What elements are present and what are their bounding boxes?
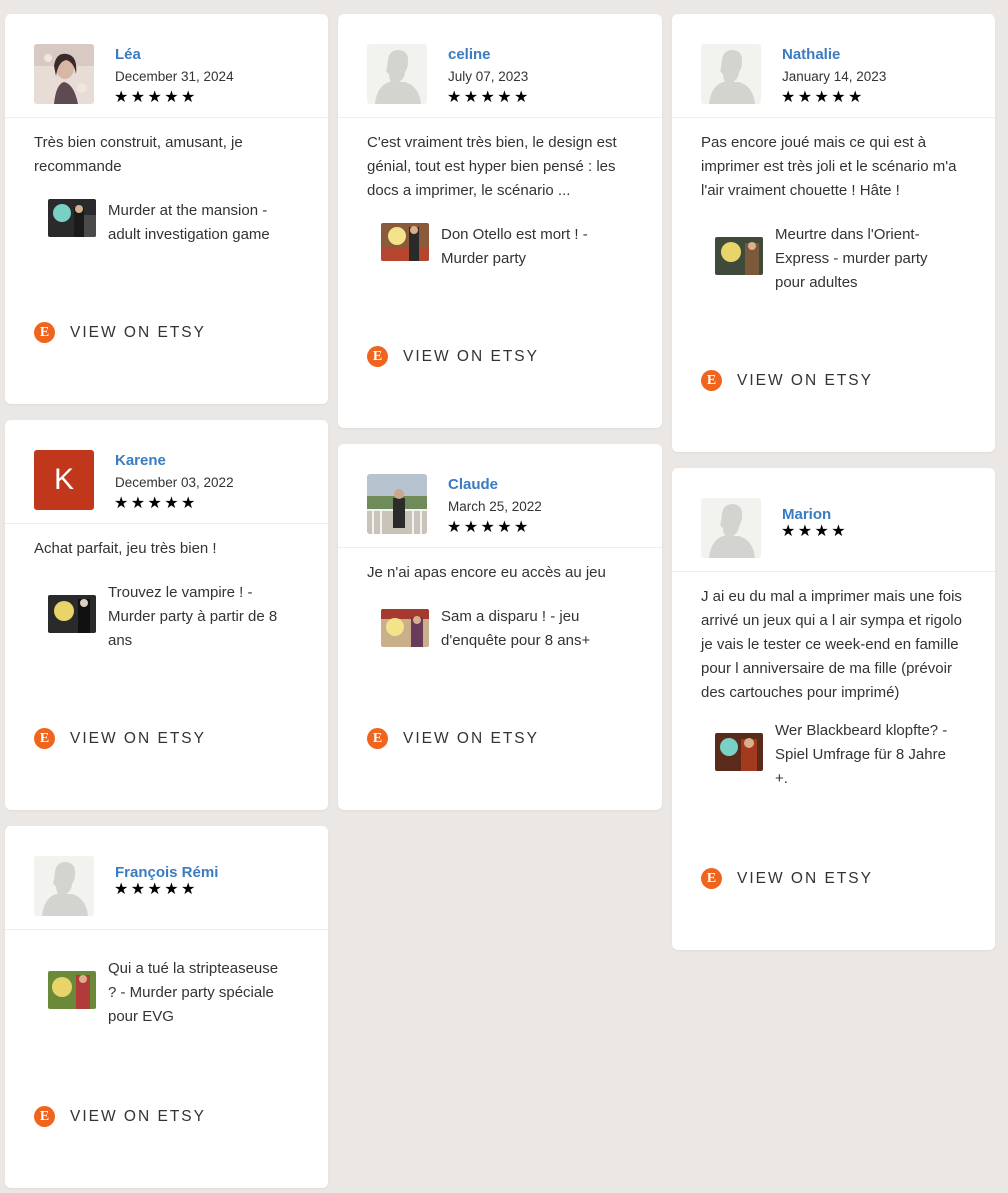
review-header: K Karene December 03, 2022 ★★★★★ — [5, 420, 328, 524]
review-date: January 14, 2023 — [782, 69, 887, 84]
review-card: K Karene December 03, 2022 ★★★★★ Achat p… — [5, 420, 328, 810]
avatar: K — [34, 450, 94, 510]
review-text: Achat parfait, jeu très bien ! — [34, 540, 217, 557]
view-on-etsy-label[interactable]: VIEW ON ETSY — [70, 730, 206, 748]
etsy-icon: E — [367, 728, 388, 749]
review-card: François Rémi ★★★★★ Qui a tué la stripte… — [5, 826, 328, 1188]
product-thumbnail[interactable] — [48, 199, 96, 237]
view-on-etsy-label[interactable]: VIEW ON ETSY — [70, 324, 206, 342]
product-thumbnail[interactable] — [48, 971, 96, 1009]
review-date: December 31, 2024 — [115, 69, 234, 84]
avatar — [367, 474, 427, 534]
view-on-etsy-label[interactable]: VIEW ON ETSY — [403, 348, 539, 366]
review-text: J ai eu du mal a imprimer mais une fois … — [701, 588, 962, 701]
review-header: Nathalie January 14, 2023 ★★★★★ — [672, 14, 995, 118]
review-text: Je n'ai apas encore eu accès au jeu — [367, 564, 606, 581]
view-on-etsy-label[interactable]: VIEW ON ETSY — [737, 870, 873, 888]
review-card: celine July 07, 2023 ★★★★★ C'est vraimen… — [338, 14, 662, 428]
review-header: Léa December 31, 2024 ★★★★★ — [5, 14, 328, 118]
product-title[interactable]: Don Otello est mort ! - Murder party — [441, 223, 619, 271]
reviewer-name[interactable]: Nathalie — [782, 46, 840, 63]
view-on-etsy-label[interactable]: VIEW ON ETSY — [403, 730, 539, 748]
view-on-etsy-link[interactable]: E VIEW ON ETSY — [34, 728, 206, 749]
view-on-etsy-link[interactable]: E VIEW ON ETSY — [367, 346, 539, 367]
reviewer-name[interactable]: Karene — [115, 452, 166, 469]
avatar — [34, 44, 94, 104]
reviewer-name[interactable]: celine — [448, 46, 491, 63]
review-date: March 25, 2022 — [448, 499, 542, 514]
star-rating: ★★★★ — [781, 523, 848, 540]
etsy-icon: E — [701, 868, 722, 889]
etsy-icon: E — [367, 346, 388, 367]
review-header: Marion ★★★★ — [672, 468, 995, 572]
star-rating: ★★★★★ — [447, 89, 531, 106]
star-rating: ★★★★★ — [114, 89, 198, 106]
product-thumbnail[interactable] — [381, 609, 429, 647]
product-thumbnail[interactable] — [715, 733, 763, 771]
etsy-icon: E — [701, 370, 722, 391]
review-header: celine July 07, 2023 ★★★★★ — [338, 14, 662, 118]
etsy-icon: E — [34, 728, 55, 749]
avatar — [367, 44, 427, 104]
avatar — [701, 44, 761, 104]
review-date: July 07, 2023 — [448, 69, 529, 84]
view-on-etsy-label[interactable]: VIEW ON ETSY — [737, 372, 873, 390]
review-card: Marion ★★★★ J ai eu du mal a imprimer ma… — [672, 468, 995, 950]
review-text: C'est vraiment très bien, le design est … — [367, 134, 617, 199]
avatar-letter: K — [53, 463, 74, 496]
product-thumbnail[interactable] — [381, 223, 429, 261]
review-text: Très bien construit, amusant, je recomma… — [34, 134, 243, 175]
product-title[interactable]: Meurtre dans l'Orient-Express - murder p… — [775, 223, 953, 295]
review-card: Nathalie January 14, 2023 ★★★★★ Pas enco… — [672, 14, 995, 452]
review-date: December 03, 2022 — [115, 475, 234, 490]
star-rating: ★★★★★ — [114, 495, 198, 512]
star-rating: ★★★★★ — [114, 881, 198, 898]
avatar — [34, 856, 94, 916]
view-on-etsy-link[interactable]: E VIEW ON ETSY — [701, 868, 873, 889]
reviewer-name[interactable]: François Rémi — [115, 864, 218, 881]
reviewer-name[interactable]: Claude — [448, 476, 498, 493]
product-title[interactable]: Trouvez le vampire ! - Murder party à pa… — [108, 581, 286, 653]
product-title[interactable]: Murder at the mansion - adult investigat… — [108, 199, 286, 247]
review-card: Léa December 31, 2024 ★★★★★ Très bien co… — [5, 14, 328, 404]
review-header: Claude March 25, 2022 ★★★★★ — [338, 444, 662, 548]
product-thumbnail[interactable] — [715, 237, 763, 275]
product-thumbnail[interactable] — [48, 595, 96, 633]
view-on-etsy-link[interactable]: E VIEW ON ETSY — [34, 1106, 206, 1127]
star-rating: ★★★★★ — [447, 519, 531, 536]
star-rating: ★★★★★ — [781, 89, 865, 106]
reviewer-name[interactable]: Marion — [782, 506, 831, 523]
avatar — [701, 498, 761, 558]
etsy-icon: E — [34, 322, 55, 343]
view-on-etsy-link[interactable]: E VIEW ON ETSY — [367, 728, 539, 749]
view-on-etsy-link[interactable]: E VIEW ON ETSY — [34, 322, 206, 343]
product-title[interactable]: Qui a tué la stripteaseuse ? - Murder pa… — [108, 957, 286, 1029]
review-header: François Rémi ★★★★★ — [5, 826, 328, 930]
review-text: Pas encore joué mais ce qui est à imprim… — [701, 134, 957, 199]
view-on-etsy-link[interactable]: E VIEW ON ETSY — [701, 370, 873, 391]
reviewer-name[interactable]: Léa — [115, 46, 141, 63]
etsy-icon: E — [34, 1106, 55, 1127]
product-title[interactable]: Wer Blackbeard klopfte? - Spiel Umfrage … — [775, 719, 953, 791]
product-title[interactable]: Sam a disparu ! - jeu d'enquête pour 8 a… — [441, 605, 619, 653]
review-card: Claude March 25, 2022 ★★★★★ Je n'ai apas… — [338, 444, 662, 810]
view-on-etsy-label[interactable]: VIEW ON ETSY — [70, 1108, 206, 1126]
